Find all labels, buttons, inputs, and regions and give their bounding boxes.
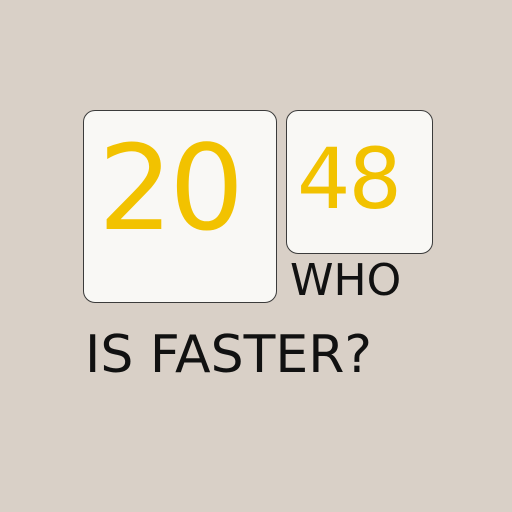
tagline-line-2: IS FASTER? xyxy=(85,325,372,385)
logo-number-left: 20 xyxy=(98,119,244,257)
tagline-line-1: WHO xyxy=(290,255,402,306)
logo-number-right: 48 xyxy=(297,130,402,228)
